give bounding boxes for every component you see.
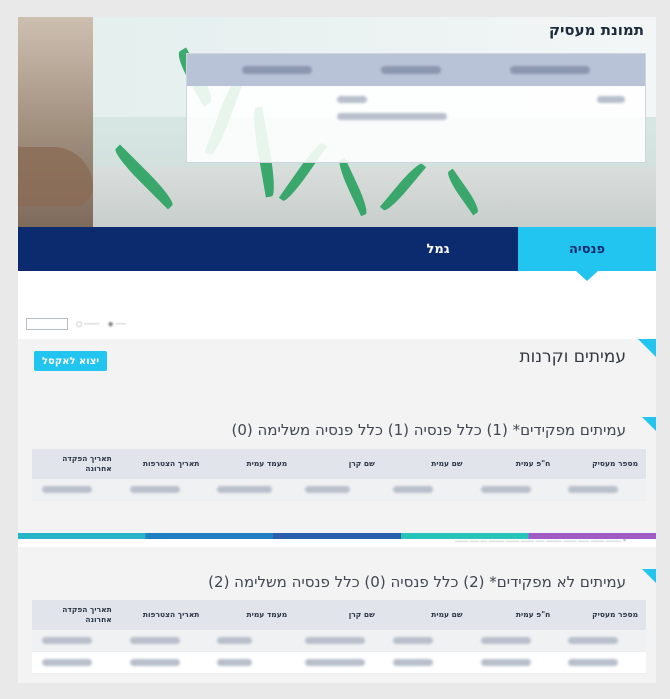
col-member-name[interactable]: שם עמית [383, 610, 471, 620]
info-value [337, 113, 447, 120]
section-divider-stripe [18, 533, 656, 539]
col-join-date[interactable]: תאריך הצטרפות [120, 459, 208, 469]
table-cell [558, 637, 646, 644]
info-header-cell [380, 66, 441, 74]
subsection-title-non-depositing: עמיתים לא מפקידים* (2) כלל פנסיה (0) כלל… [208, 573, 626, 591]
table-cell [383, 659, 471, 666]
info-header-cell [510, 66, 591, 74]
table-cell [207, 637, 295, 644]
active-tab-indicator [576, 271, 598, 281]
tab-gemel[interactable]: גמל [348, 227, 528, 271]
col-employer-number[interactable]: מספר מעסיק [558, 610, 646, 620]
display-option-label: ○ ------ [76, 320, 100, 328]
info-values [337, 96, 447, 120]
col-member-name[interactable]: שם עמית [383, 459, 471, 469]
footnote: * ------- ------ ----- ------ ------- --… [455, 538, 626, 545]
product-tabs: גמל פנסיה [18, 227, 656, 271]
info-value [597, 96, 625, 103]
table-cell [120, 637, 208, 644]
col-fund-name[interactable]: שם קרן [295, 610, 383, 620]
subsection-corner-marker [642, 417, 656, 431]
employer-info-body [187, 86, 645, 130]
depositing-members-table: מספר מעסיק ח"פ עמית שם עמית שם קרן מעמד … [32, 449, 646, 501]
hero-banner: תמונת מעסיק [18, 17, 656, 227]
table-header: מספר מעסיק ח"פ עמית שם עמית שם קרן מעמד … [32, 600, 646, 630]
table-cell [295, 486, 383, 493]
col-fund-name[interactable]: שם קרן [295, 459, 383, 469]
table-cell [207, 486, 295, 493]
table-row[interactable] [32, 652, 646, 674]
members-section-depositing: עמיתים וקרנות יצוא לאקסל עמיתים מפקידים*… [18, 339, 656, 545]
table-row[interactable] [32, 630, 646, 652]
members-section-non-depositing: עמיתים לא מפקידים* (2) כלל פנסיה (0) כלל… [18, 547, 656, 683]
table-cell [32, 637, 120, 644]
table-cell [558, 486, 646, 493]
table-cell [471, 637, 559, 644]
table-cell [295, 659, 383, 666]
page-title: תמונת מעסיק [548, 21, 644, 39]
display-controls: ○ ------ ◉ ---- [26, 317, 126, 331]
table-cell [295, 637, 383, 644]
table-cell [383, 637, 471, 644]
subsection-title-depositing: עמיתים מפקידים* (1) כלל פנסיה (1) כלל פנ… [231, 421, 626, 439]
employer-info-header [187, 54, 645, 86]
page-frame: תמונת מעסיק גמל פנסיה ○ ------ ◉ ---- עמ… [18, 17, 656, 683]
table-cell [558, 659, 646, 666]
table-cell [383, 486, 471, 493]
info-header-cell [241, 66, 312, 74]
display-option-label: ◉ ---- [107, 320, 126, 328]
table-cell [471, 486, 559, 493]
col-member-status[interactable]: מעמד עמית [207, 459, 295, 469]
col-last-deposit-date[interactable]: תאריך הפקדה אחרונה [32, 605, 120, 625]
hero-floor [93, 167, 656, 227]
col-employer-number[interactable]: מספר מעסיק [558, 459, 646, 469]
info-value [337, 96, 367, 103]
col-join-date[interactable]: תאריך הצטרפות [120, 610, 208, 620]
section-corner-marker [638, 339, 656, 357]
subsection-corner-marker [642, 569, 656, 583]
col-last-deposit-date[interactable]: תאריך הפקדה אחרונה [32, 454, 120, 474]
rows-select[interactable] [26, 318, 68, 330]
table-header: מספר מעסיק ח"פ עמית שם עמית שם קרן מעמד … [32, 449, 646, 479]
employer-info-card [186, 53, 646, 163]
table-cell [120, 486, 208, 493]
export-excel-button[interactable]: יצוא לאקסל [34, 351, 108, 371]
table-cell [120, 659, 208, 666]
col-member-id[interactable]: ח"פ עמית [471, 459, 559, 469]
tab-pension[interactable]: פנסיה [518, 227, 656, 271]
table-row[interactable] [32, 479, 646, 501]
col-member-id[interactable]: ח"פ עמית [471, 610, 559, 620]
table-cell [471, 659, 559, 666]
table-cell [207, 659, 295, 666]
table-cell [32, 659, 120, 666]
col-member-status[interactable]: מעמד עמית [207, 610, 295, 620]
non-depositing-members-table: מספר מעסיק ח"פ עמית שם עמית שם קרן מעמד … [32, 600, 646, 674]
section-title: עמיתים וקרנות [519, 347, 626, 367]
table-cell [32, 486, 120, 493]
